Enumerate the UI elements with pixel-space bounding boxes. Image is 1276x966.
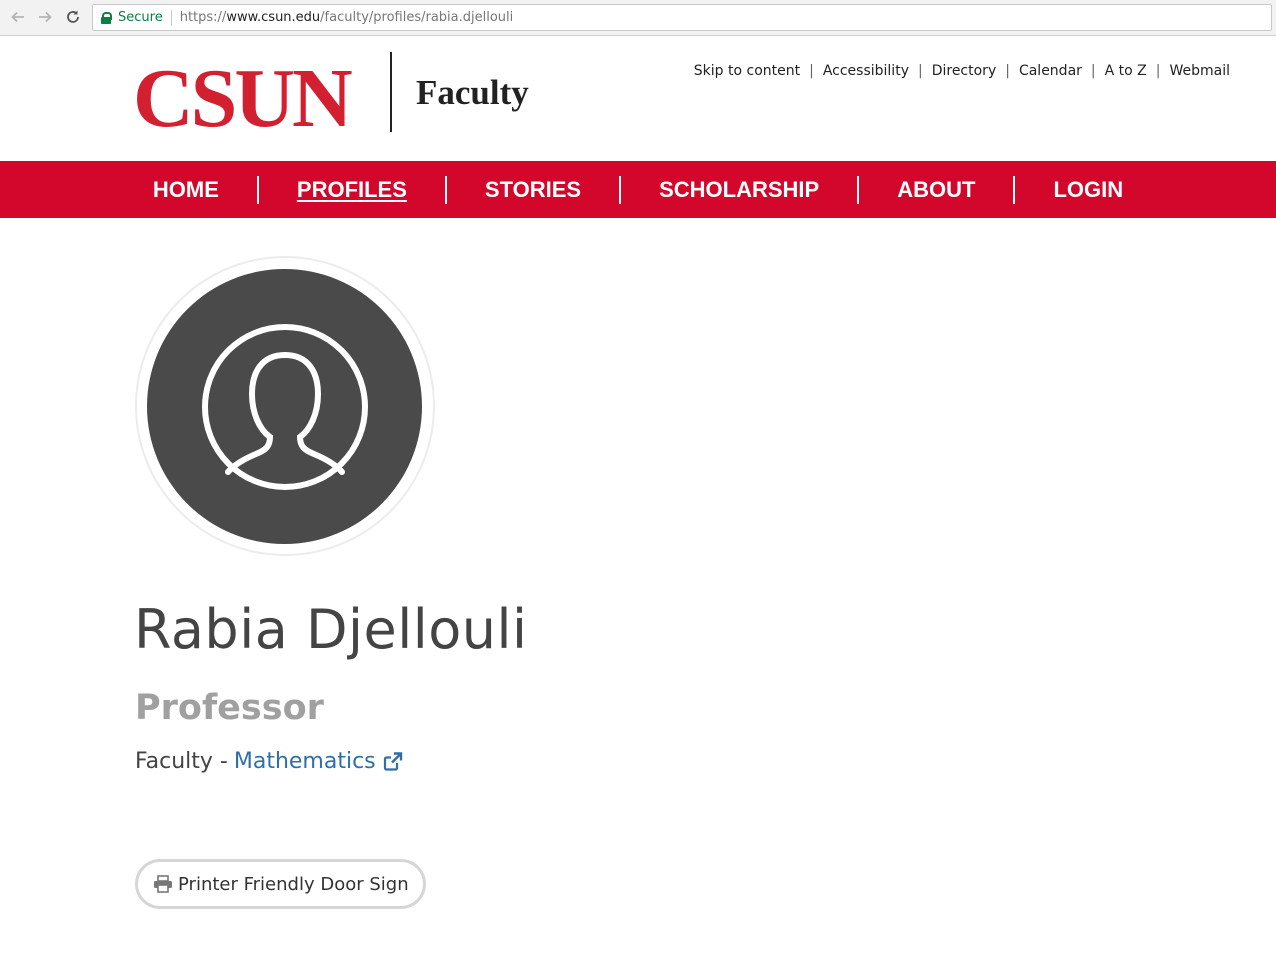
reload-icon[interactable] — [62, 6, 84, 28]
printer-friendly-door-sign-button[interactable]: Printer Friendly Door Sign — [135, 859, 426, 909]
nav-login[interactable]: LOGIN — [1015, 177, 1161, 203]
site-name[interactable]: Faculty — [416, 73, 529, 113]
nav-scholarship[interactable]: SCHOLARSHIP — [621, 177, 857, 203]
door-sign-label: Printer Friendly Door Sign — [178, 873, 409, 895]
external-link-icon[interactable] — [382, 751, 404, 773]
accessibility-link[interactable]: Accessibility — [823, 63, 909, 79]
nav-stories[interactable]: STORIES — [447, 177, 619, 203]
skip-to-content-link[interactable]: Skip to content — [694, 63, 800, 79]
lock-icon — [101, 11, 112, 24]
calendar-link[interactable]: Calendar — [1019, 63, 1082, 79]
affiliation-line: Faculty - Mathematics — [135, 749, 404, 774]
utility-separator: | — [917, 63, 923, 79]
url-scheme: https:// — [179, 10, 227, 25]
back-arrow-icon[interactable] — [7, 6, 29, 28]
avatar — [147, 269, 422, 544]
csun-logo[interactable]: CSUN — [133, 57, 353, 141]
security-indicator[interactable]: Secure — [118, 10, 163, 25]
a-to-z-link[interactable]: A to Z — [1105, 63, 1147, 79]
forward-arrow-icon[interactable] — [34, 6, 56, 28]
profile-title: Professor — [135, 688, 324, 728]
webmail-link[interactable]: Webmail — [1169, 63, 1230, 79]
omnibox-divider — [170, 9, 172, 26]
affiliation-prefix: Faculty - — [135, 749, 228, 774]
address-bar[interactable]: Secure https://www.csun.edu/faculty/prof… — [92, 4, 1272, 31]
utility-nav: Skip to content | Accessibility | Direct… — [694, 63, 1230, 79]
nav-about[interactable]: ABOUT — [859, 177, 1013, 203]
url-host: www.csun.edu — [226, 10, 321, 25]
utility-separator: | — [809, 63, 814, 79]
url-path: /faculty/profiles/rabia.djellouli — [320, 10, 514, 25]
utility-separator: | — [1155, 63, 1161, 79]
printer-icon — [154, 875, 172, 893]
logo-divider — [390, 52, 392, 132]
nav-home[interactable]: HOME — [115, 177, 257, 203]
site-header: CSUN Faculty Skip to content | Accessibi… — [0, 37, 1276, 161]
utility-separator: | — [1005, 63, 1010, 79]
nav-profiles[interactable]: PROFILES — [259, 177, 445, 203]
utility-separator: | — [1090, 63, 1096, 79]
main-nav: HOME PROFILES STORIES SCHOLARSHIP ABOUT … — [0, 161, 1276, 218]
department-link[interactable]: Mathematics — [234, 749, 376, 774]
profile-name: Rabia Djellouli — [134, 598, 528, 661]
directory-link[interactable]: Directory — [932, 63, 997, 79]
user-silhouette-icon — [201, 323, 368, 490]
browser-toolbar: Secure https://www.csun.edu/faculty/prof… — [0, 0, 1276, 36]
